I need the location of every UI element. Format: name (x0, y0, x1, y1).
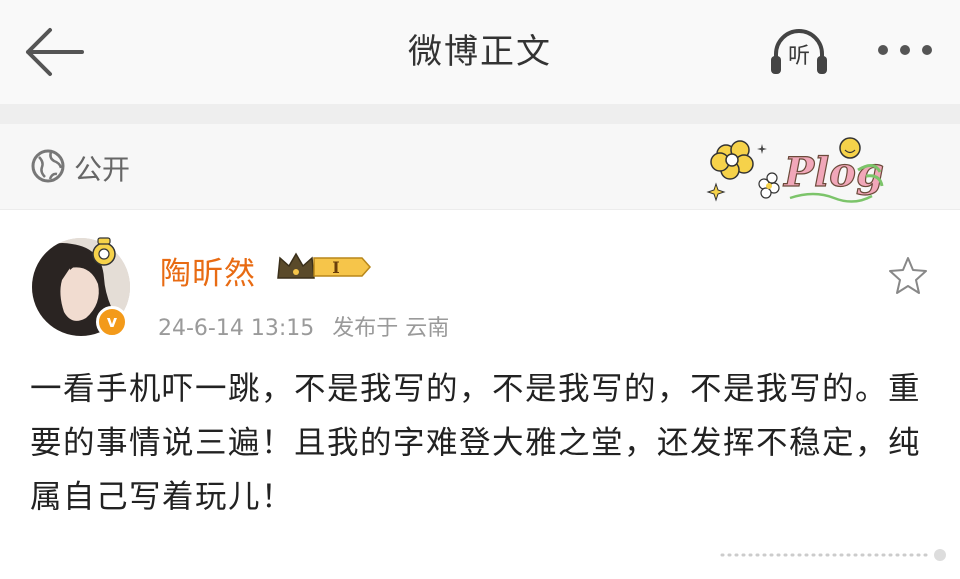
visibility-row: 公开 Plog (0, 124, 960, 210)
back-arrow-icon[interactable] (22, 26, 86, 78)
globe-icon (31, 149, 65, 183)
sticker-text: Plog (783, 149, 884, 196)
scroll-indicator (720, 549, 946, 561)
post-text: 一看手机吓一跳，不是我写的，不是我写的，不是我写的。重要的事情说三遍！且我的字难… (30, 371, 922, 515)
top-nav-bar: 微博正文 听 (0, 0, 960, 104)
smiley-icon (839, 137, 861, 159)
plog-sticker: Plog (706, 137, 885, 203)
star-icon[interactable] (886, 254, 930, 298)
post-meta: 24-6-14 13:15 发布于 云南 (158, 310, 449, 342)
more-icon[interactable] (878, 45, 938, 59)
divider-band (0, 104, 960, 124)
author-name[interactable]: 陶昕然 (160, 248, 256, 293)
visibility-label: 公开 (74, 153, 131, 186)
avatar-pendant-icon (92, 237, 116, 266)
post-timestamp: 24-6-14 13:15 (158, 316, 315, 341)
post-card: v 陶昕然 I 24-6-14 13:15 发布于 云南 一看手机吓一跳，不是我写… (0, 210, 960, 579)
verified-icon: v (96, 306, 128, 338)
crown-icon[interactable]: I (276, 250, 372, 284)
post-location: 发布于 云南 (332, 316, 450, 341)
listen-label: 听 (787, 44, 810, 69)
rank-label: I (332, 258, 339, 277)
listen-button[interactable]: 听 (768, 28, 830, 78)
flower-icon (706, 140, 780, 202)
